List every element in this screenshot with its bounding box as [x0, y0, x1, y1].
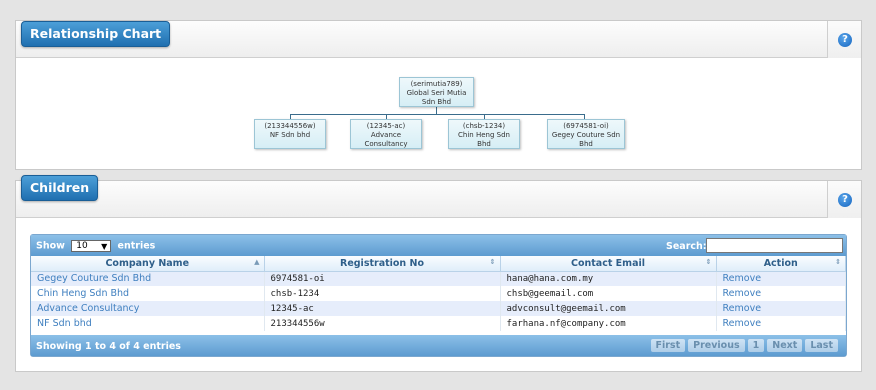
remove-link[interactable]: Remove [716, 316, 846, 331]
sort-asc-icon: ▲ [254, 258, 260, 266]
table-row: NF Sdn bhd 213344556w farhana.nf@company… [31, 316, 846, 331]
org-node-child-name: Chin Heng Sdn Bhd [458, 131, 510, 148]
org-node-child-name: Gegey Couture Sdn Bhd [551, 131, 621, 148]
column-header-label: Registration No [340, 257, 424, 269]
table-toolbar: Show 10 ▼ entries Search: [31, 235, 846, 256]
column-header-company[interactable]: Company Name ▲ [31, 256, 265, 272]
relationship-chart-title: Relationship Chart [21, 21, 171, 47]
email-cell: hana@hana.com.my [500, 271, 717, 286]
relationship-chart: (serimutia789) Global Seri Mutia Sdn Bhd… [16, 58, 861, 164]
table-info: Showing 1 to 4 of 4 entries [36, 341, 181, 352]
column-header-label: Company Name [105, 257, 190, 269]
registration-cell: 12345-ac [264, 301, 501, 316]
children-panel: ? Show 10 ▼ entries Search: Company Name ▲… [15, 180, 862, 372]
email-cell: chsb@geemail.com [500, 286, 717, 301]
registration-cell: 213344556w [264, 316, 501, 331]
registration-cell: chsb-1234 [264, 286, 501, 301]
table-row: Gegey Couture Sdn Bhd 6974581-oi hana@ha… [31, 271, 846, 286]
search-input[interactable] [706, 238, 843, 253]
org-node-child-id: (chsb-1234) [462, 122, 506, 130]
email-cell: advconsult@geemail.com [500, 301, 717, 316]
remove-link[interactable]: Remove [716, 271, 846, 286]
column-header-label: Action [763, 257, 798, 269]
connector-root-down [436, 106, 437, 114]
help-box: ? [827, 181, 861, 218]
next-page-button[interactable]: Next [767, 339, 803, 352]
help-box: ? [827, 21, 861, 58]
search-label: Search: [666, 241, 707, 252]
company-link[interactable]: Gegey Couture Sdn Bhd [31, 271, 265, 286]
children-title: Children [21, 175, 99, 201]
length-control: Show 10 ▼ entries [36, 240, 155, 252]
org-node-child-id: (213344556w) [264, 122, 316, 130]
children-table-widget: Show 10 ▼ entries Search: Company Name ▲ R… [30, 234, 847, 357]
org-node-child-id: (6974581-oi) [563, 122, 609, 130]
registration-cell: 6974581-oi [264, 271, 501, 286]
org-node-child-id: (12345-ac) [366, 122, 406, 130]
org-node-child[interactable]: (213344556w) NF Sdn bhd [254, 119, 326, 149]
email-cell: farhana.nf@company.com [500, 316, 717, 331]
children-table: Company Name ▲ Registration No ⇕ Contact E… [31, 256, 846, 331]
sort-icon: ⇕ [835, 258, 841, 266]
column-header-registration[interactable]: Registration No ⇕ [264, 256, 501, 272]
last-page-button[interactable]: Last [805, 339, 838, 352]
children-header: ? [16, 181, 861, 218]
column-header-email[interactable]: Contact Email ⇕ [500, 256, 717, 272]
table-footer: Showing 1 to 4 of 4 entries First Previo… [31, 335, 846, 356]
entries-label: entries [117, 240, 156, 252]
org-node-root[interactable]: (serimutia789) Global Seri Mutia Sdn Bhd [399, 77, 474, 107]
org-node-child-name: Advance Consultancy [364, 131, 408, 148]
remove-link[interactable]: Remove [716, 286, 846, 301]
remove-link[interactable]: Remove [716, 301, 846, 316]
org-node-root-name: Global Seri Mutia Sdn Bhd [406, 89, 467, 106]
company-link[interactable]: Advance Consultancy [31, 301, 265, 316]
entries-select[interactable]: 10 ▼ [71, 240, 112, 252]
column-header-action[interactable]: Action ⇕ [716, 256, 846, 272]
pagination: First Previous 1 Next Last [650, 339, 838, 352]
first-page-button[interactable]: First [650, 339, 686, 352]
table-row: Advance Consultancy 12345-ac advconsult@… [31, 301, 846, 316]
entries-value: 10 [76, 241, 88, 251]
connector-horizontal [290, 114, 584, 115]
show-label: Show [36, 240, 65, 252]
company-link[interactable]: Chin Heng Sdn Bhd [31, 286, 265, 301]
org-node-child-name: NF Sdn bhd [269, 131, 311, 139]
company-link[interactable]: NF Sdn bhd [31, 316, 265, 331]
sort-icon: ⇕ [705, 258, 712, 266]
org-node-child[interactable]: (6974581-oi) Gegey Couture Sdn Bhd [547, 119, 625, 149]
help-icon[interactable]: ? [838, 193, 852, 207]
table-row: Chin Heng Sdn Bhd chsb-1234 chsb@geemail… [31, 286, 846, 301]
previous-page-button[interactable]: Previous [688, 339, 745, 352]
org-node-child[interactable]: (chsb-1234) Chin Heng Sdn Bhd [448, 119, 520, 149]
dropdown-arrow-icon: ▼ [101, 242, 108, 251]
sort-icon: ⇕ [489, 258, 496, 266]
org-node-root-id: (serimutia789) [410, 80, 463, 88]
column-header-label: Contact Email [570, 257, 645, 269]
help-icon[interactable]: ? [838, 33, 852, 47]
org-node-child[interactable]: (12345-ac) Advance Consultancy [350, 119, 422, 149]
page-1-button[interactable]: 1 [747, 339, 765, 352]
